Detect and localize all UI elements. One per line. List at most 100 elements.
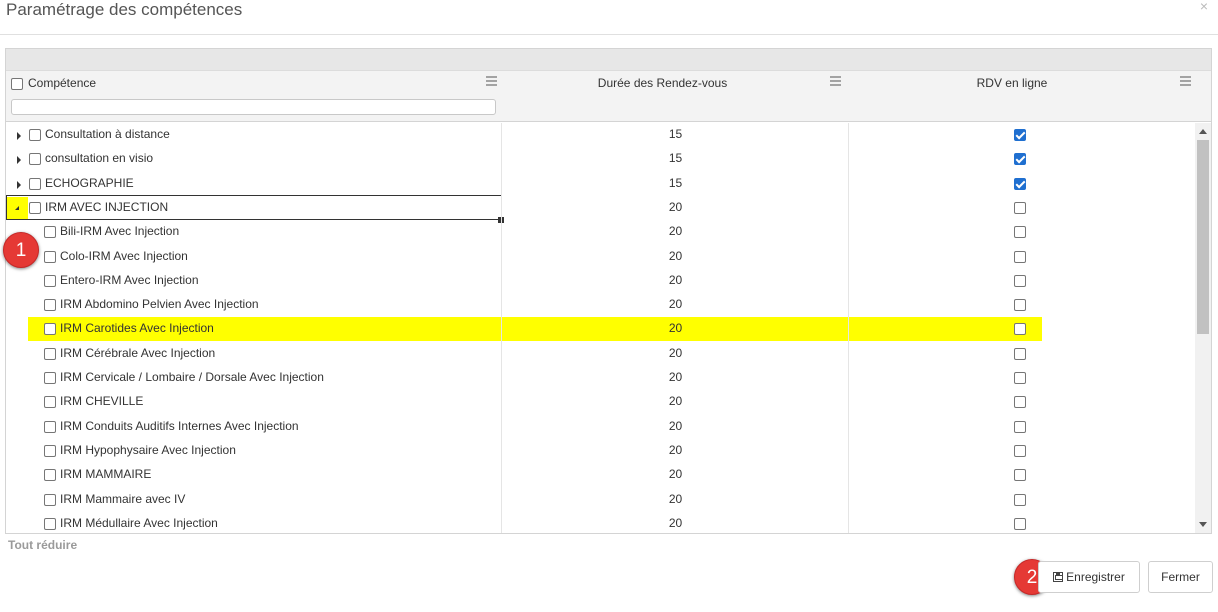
table-row[interactable]: IRM MAMMAIRE 20 [6,463,1195,487]
close-button[interactable]: Fermer [1148,561,1213,593]
online-booking-checkbox[interactable] [1014,178,1026,190]
competence-label: ECHOGRAPHIE [45,176,134,190]
save-button[interactable]: Enregistrer [1038,561,1140,593]
step-badge-1: 1 [3,232,39,268]
table-row[interactable]: IRM Hypophysaire Avec Injection 20 [6,439,1195,463]
row-select-checkbox[interactable] [44,348,56,360]
table-row[interactable]: IRM CHEVILLE 20 [6,390,1195,414]
title-divider [0,34,1218,35]
competence-label: Colo-IRM Avec Injection [60,249,188,263]
table-row[interactable]: consultation en visio 15 [6,147,1195,171]
table-row[interactable]: Consultation à distance 15 [6,123,1195,147]
duration-value: 20 [668,516,683,530]
duration-value: 20 [668,224,683,238]
online-booking-checkbox[interactable] [1014,202,1026,214]
scrollbar-thumb[interactable] [1197,140,1209,334]
header-competence-label: Compétence [28,76,97,90]
table-row[interactable]: Bili-IRM Avec Injection 20 [6,220,1195,244]
online-booking-checkbox[interactable] [1014,275,1026,287]
row-select-checkbox[interactable] [44,372,56,384]
duration-value: 15 [668,127,683,141]
online-booking-checkbox[interactable] [1014,518,1026,530]
row-select-checkbox[interactable] [44,323,56,335]
row-select-checkbox[interactable] [44,494,56,506]
grid-header: Compétence Durée des Rendez-vous RDV en … [6,71,1211,122]
grid-body: Consultation à distance 15 consultation en… [6,123,1195,533]
competence-label: IRM Carotides Avec Injection [60,321,214,335]
online-booking-checkbox[interactable] [1014,251,1026,263]
competence-label: Consultation à distance [45,127,170,141]
dialog-title: Paramétrage des compétences [6,0,243,19]
competence-label: IRM Cérébrale Avec Injection [60,346,216,360]
grid-group-bar [6,49,1211,71]
table-row[interactable]: Entero-IRM Avec Injection 20 [6,269,1195,293]
row-select-checkbox[interactable] [44,469,56,481]
competence-label: consultation en visio [45,151,154,165]
column-divider [848,123,849,533]
row-select-checkbox[interactable] [44,251,56,263]
duration-value: 20 [668,492,683,506]
table-row[interactable]: IRM Mammaire avec IV 20 [6,488,1195,512]
table-row[interactable]: IRM Cérébrale Avec Injection 20 [6,342,1195,366]
table-row[interactable]: IRM Médullaire Avec Injection 20 [6,512,1195,533]
row-select-checkbox[interactable] [44,226,56,238]
save-icon [1053,572,1064,582]
scroll-up-icon[interactable] [1199,129,1207,134]
table-row[interactable]: IRM Abdomino Pelvien Avec Injection 20 [6,293,1195,317]
row-select-checkbox[interactable] [44,299,56,311]
duration-value: 20 [668,249,683,263]
online-booking-checkbox[interactable] [1014,226,1026,238]
expand-caret-icon[interactable] [17,181,21,189]
row-select-checkbox[interactable] [44,445,56,457]
column-menu-icon[interactable] [1180,76,1191,86]
row-select-checkbox[interactable] [29,153,41,165]
duration-value: 20 [668,419,683,433]
row-select-checkbox[interactable] [44,275,56,287]
table-row[interactable]: IRM Conduits Auditifs Internes Avec Inje… [6,415,1195,439]
online-booking-checkbox[interactable] [1014,299,1026,311]
header-duration-label: Durée des Rendez-vous [597,76,728,90]
save-button-label: Enregistrer [1066,570,1125,584]
online-booking-checkbox[interactable] [1014,396,1026,408]
scroll-down-icon[interactable] [1199,522,1207,527]
row-select-checkbox[interactable] [44,396,56,408]
column-menu-icon[interactable] [830,76,841,86]
row-select-checkbox[interactable] [29,129,41,141]
competence-label: IRM Cervicale / Lombaire / Dorsale Avec … [60,370,324,384]
online-booking-checkbox[interactable] [1014,469,1026,481]
duration-value: 20 [668,297,683,311]
expand-caret-icon[interactable] [17,132,21,140]
online-booking-checkbox[interactable] [1014,445,1026,457]
online-booking-checkbox[interactable] [1014,421,1026,433]
online-booking-checkbox[interactable] [1014,494,1026,506]
online-booking-checkbox[interactable] [1014,323,1026,335]
row-select-checkbox[interactable] [44,518,56,530]
duration-value: 20 [668,200,683,214]
online-booking-checkbox[interactable] [1014,129,1026,141]
row-select-checkbox[interactable] [44,421,56,433]
table-row[interactable]: IRM Carotides Avec Injection 20 [6,317,1195,341]
row-select-checkbox[interactable] [29,178,41,190]
table-row[interactable]: Colo-IRM Avec Injection 20 [6,245,1195,269]
vertical-scrollbar[interactable] [1195,123,1211,533]
table-row[interactable]: ECHOGRAPHIE 15 [6,172,1195,196]
competence-grid: Compétence Durée des Rendez-vous RDV en … [5,48,1212,534]
close-icon[interactable]: × [1200,0,1208,13]
column-menu-icon[interactable] [486,76,497,86]
online-booking-checkbox[interactable] [1014,372,1026,384]
column-divider [501,123,502,533]
collapse-all-link[interactable]: Tout réduire [8,538,77,552]
select-all-checkbox[interactable] [11,78,23,90]
online-booking-checkbox[interactable] [1014,348,1026,360]
table-row[interactable]: IRM Cervicale / Lombaire / Dorsale Avec … [6,366,1195,390]
competence-label: IRM Hypophysaire Avec Injection [60,443,236,457]
competence-label: IRM Mammaire avec IV [60,492,186,506]
duration-value: 15 [668,176,683,190]
duration-value: 20 [668,467,683,481]
duration-value: 20 [668,321,683,335]
expand-caret-icon[interactable] [17,156,21,164]
competence-label: Bili-IRM Avec Injection [60,224,180,238]
online-booking-checkbox[interactable] [1014,153,1026,165]
competence-filter-input[interactable] [11,99,496,115]
competence-label: Entero-IRM Avec Injection [60,273,199,287]
